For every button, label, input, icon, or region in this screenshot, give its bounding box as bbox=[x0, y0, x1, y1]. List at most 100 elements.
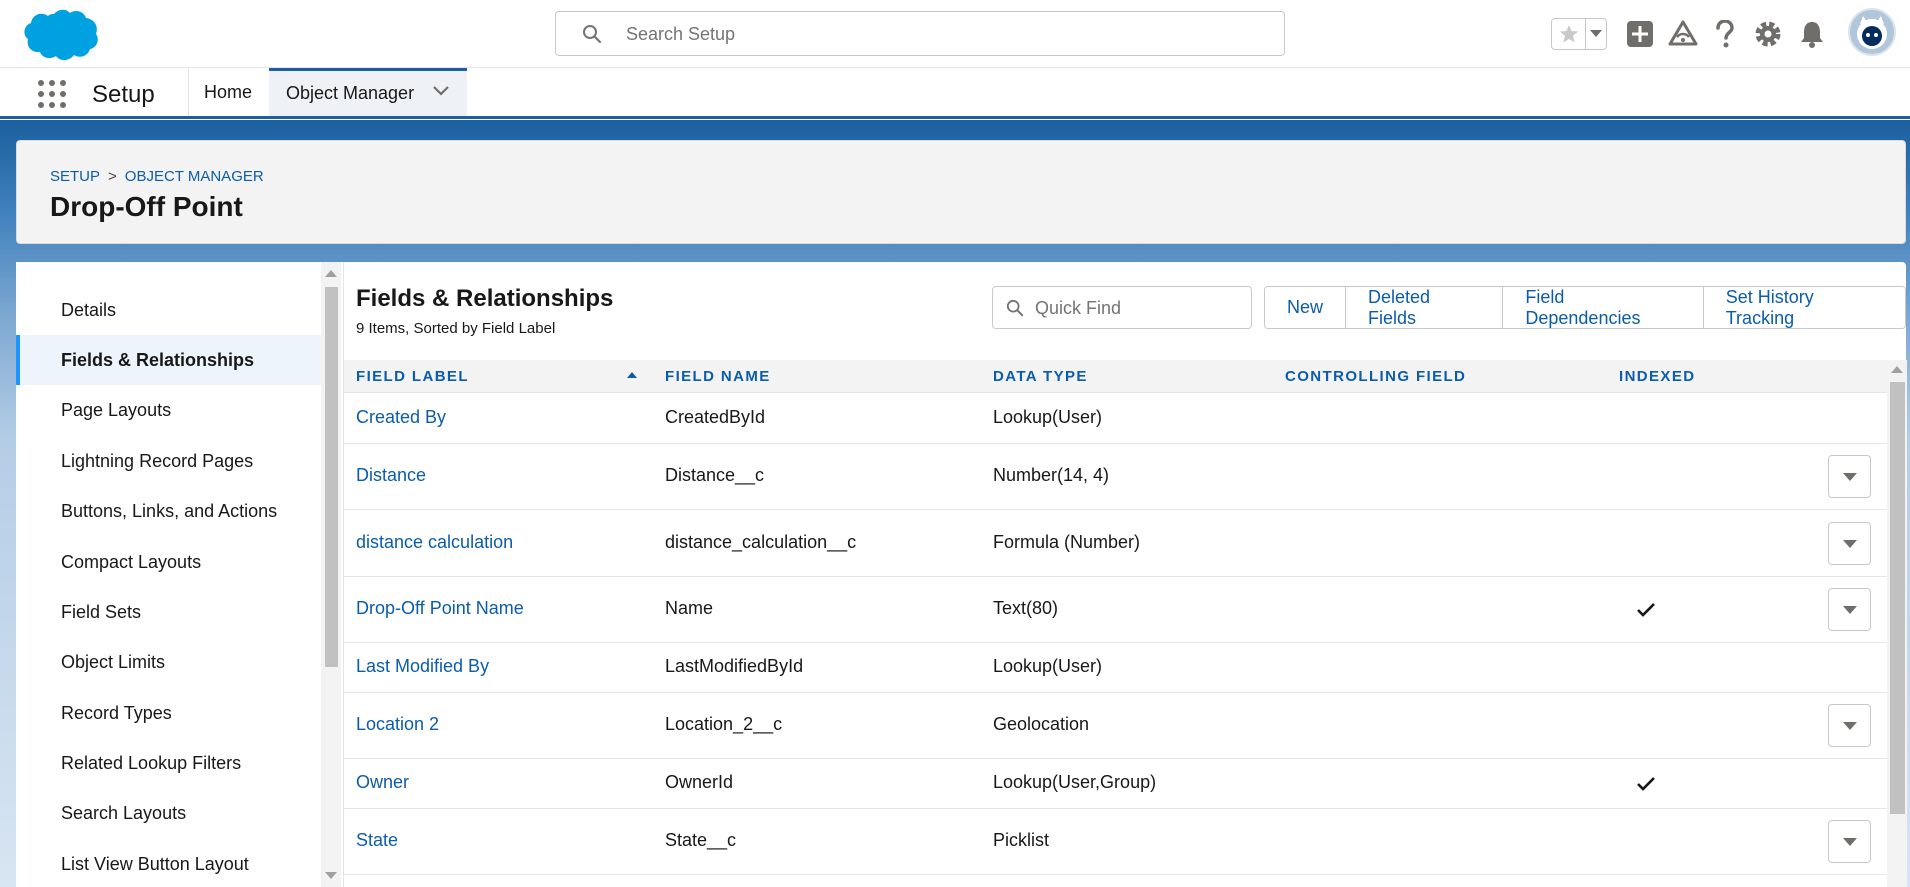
table-row: Location 2 Location_2__c Geolocation bbox=[344, 693, 1887, 759]
sidebar-item-details[interactable]: Details bbox=[16, 285, 321, 335]
table-row: Drop-Off Point Name Name Text(80) bbox=[344, 577, 1887, 643]
quick-find-input[interactable] bbox=[1035, 295, 1235, 321]
sidebar-item-lightning-record-pages[interactable]: Lightning Record Pages bbox=[16, 436, 321, 486]
field-name: State__c bbox=[665, 830, 737, 850]
breadcrumb-setup[interactable]: SETUP bbox=[50, 168, 100, 185]
sort-ascending-icon[interactable] bbox=[627, 372, 637, 378]
column-header-field-label[interactable]: FIELD LABEL bbox=[356, 368, 469, 385]
field-label-link[interactable]: Distance bbox=[356, 465, 426, 486]
object-sidebar: Details Fields & Relationships Page Layo… bbox=[16, 262, 321, 887]
scroll-down-arrow-icon[interactable] bbox=[325, 872, 337, 879]
favorites-group bbox=[1551, 18, 1607, 50]
quick-find[interactable] bbox=[992, 286, 1252, 329]
app-launcher-icon[interactable] bbox=[38, 80, 66, 108]
salesforce-logo[interactable] bbox=[22, 8, 100, 62]
field-name: LastModifiedById bbox=[665, 656, 804, 676]
new-button[interactable]: New bbox=[1265, 287, 1347, 328]
sidebar-item-buttons-links-actions[interactable]: Buttons, Links, and Actions bbox=[16, 486, 321, 536]
table-row: Owner OwnerId Lookup(User,Group) bbox=[344, 759, 1887, 809]
field-name: Distance__c bbox=[665, 465, 765, 485]
row-actions-button[interactable] bbox=[1828, 522, 1871, 565]
sidebar-item-search-layouts[interactable]: Search Layouts bbox=[16, 788, 321, 838]
search-input[interactable] bbox=[626, 20, 1266, 48]
section-subtitle: 9 Items, Sorted by Field Label bbox=[356, 320, 556, 337]
scroll-up-arrow-icon[interactable] bbox=[1891, 366, 1903, 373]
tab-object-manager-label: Object Manager bbox=[286, 83, 415, 103]
chevron-down-icon bbox=[1842, 837, 1857, 846]
row-actions-button[interactable] bbox=[1828, 455, 1871, 498]
chevron-down-icon[interactable] bbox=[433, 86, 449, 96]
app-name: Setup bbox=[92, 81, 155, 108]
tab-home[interactable]: Home bbox=[188, 68, 268, 116]
scrollbar-thumb[interactable] bbox=[1890, 382, 1905, 814]
tab-object-manager[interactable]: Object Manager bbox=[269, 68, 467, 116]
trailhead-guidance-icon[interactable] bbox=[1667, 18, 1699, 50]
indexed-check-icon bbox=[1637, 777, 1655, 791]
favorites-dropdown-icon[interactable] bbox=[1586, 19, 1606, 49]
setup-search[interactable] bbox=[555, 11, 1285, 56]
notifications-bell-icon[interactable] bbox=[1796, 18, 1828, 50]
sidebar-item-compact-layouts[interactable]: Compact Layouts bbox=[16, 537, 321, 587]
help-icon[interactable] bbox=[1709, 18, 1741, 50]
context-bar: Setup Home Object Manager bbox=[0, 68, 1910, 119]
scroll-up-arrow-icon[interactable] bbox=[325, 270, 337, 277]
breadcrumb-separator: > bbox=[108, 168, 117, 185]
sidebar-item-object-limits[interactable]: Object Limits bbox=[16, 637, 321, 687]
row-actions-button[interactable] bbox=[1828, 588, 1871, 631]
field-label-link[interactable]: State bbox=[356, 830, 398, 851]
global-header bbox=[0, 0, 1910, 68]
column-header-data-type[interactable]: DATA TYPE bbox=[993, 368, 1088, 385]
global-actions-add-icon[interactable] bbox=[1624, 18, 1656, 50]
data-type: Picklist bbox=[993, 830, 1050, 850]
deleted-fields-button[interactable]: Deleted Fields bbox=[1346, 287, 1504, 328]
action-button-group: New Deleted Fields Field Dependencies Se… bbox=[1264, 286, 1906, 329]
field-name: Location_2__c bbox=[665, 714, 783, 734]
section-title: Fields & Relationships bbox=[356, 285, 614, 312]
sidebar-item-list-view-button-layout[interactable]: List View Button Layout bbox=[16, 839, 321, 887]
fields-table: FIELD LABEL FIELD NAME DATA TYPE CONTROL… bbox=[344, 360, 1907, 887]
page-title: Drop-Off Point bbox=[50, 191, 243, 222]
data-type: Lookup(User,Group) bbox=[993, 772, 1157, 792]
field-name: CreatedById bbox=[665, 407, 766, 427]
breadcrumb-object-manager[interactable]: OBJECT MANAGER bbox=[125, 168, 264, 185]
field-label-link[interactable]: Created By bbox=[356, 407, 446, 428]
data-type: Geolocation bbox=[993, 714, 1090, 734]
field-name: OwnerId bbox=[665, 772, 734, 792]
data-type: Lookup(User) bbox=[993, 656, 1103, 676]
table-scrollbar[interactable] bbox=[1887, 360, 1907, 887]
favorites-star-icon[interactable] bbox=[1552, 19, 1586, 49]
search-icon bbox=[1006, 299, 1024, 317]
chevron-down-icon bbox=[1842, 472, 1857, 481]
sidebar-item-record-types[interactable]: Record Types bbox=[16, 688, 321, 738]
sidebar-item-field-sets[interactable]: Field Sets bbox=[16, 587, 321, 637]
sidebar-item-page-layouts[interactable]: Page Layouts bbox=[16, 385, 321, 435]
sidebar-scrollbar[interactable] bbox=[321, 262, 341, 887]
field-label-link[interactable]: distance calculation bbox=[356, 532, 513, 553]
table-header: FIELD LABEL FIELD NAME DATA TYPE CONTROL… bbox=[344, 360, 1887, 393]
scrollbar-thumb[interactable] bbox=[325, 287, 338, 667]
data-type: Text(80) bbox=[993, 598, 1059, 618]
column-header-indexed[interactable]: INDEXED bbox=[1619, 368, 1695, 385]
field-label-link[interactable]: Last Modified By bbox=[356, 656, 489, 677]
column-header-controlling-field[interactable]: CONTROLLING FIELD bbox=[1285, 368, 1466, 385]
field-name: distance_calculation__c bbox=[665, 532, 857, 552]
table-row: Last Modified By LastModifiedById Lookup… bbox=[344, 643, 1887, 693]
data-type: Number(14, 4) bbox=[993, 465, 1110, 485]
data-type: Lookup(User) bbox=[993, 407, 1103, 427]
row-actions-button[interactable] bbox=[1828, 820, 1871, 863]
row-actions-button[interactable] bbox=[1828, 704, 1871, 747]
set-history-tracking-button[interactable]: Set History Tracking bbox=[1703, 287, 1905, 328]
field-label-link[interactable]: Drop-Off Point Name bbox=[356, 598, 524, 619]
breadcrumb: SETUP > OBJECT MANAGER bbox=[50, 168, 264, 185]
field-name: Name bbox=[665, 598, 714, 618]
page-header: SETUP > OBJECT MANAGER Drop-Off Point bbox=[16, 140, 1906, 244]
indexed-check-icon bbox=[1637, 603, 1655, 617]
field-label-link[interactable]: Location 2 bbox=[356, 714, 439, 735]
column-header-field-name[interactable]: FIELD NAME bbox=[665, 368, 771, 385]
field-dependencies-button[interactable]: Field Dependencies bbox=[1503, 287, 1704, 328]
sidebar-item-fields-relationships[interactable]: Fields & Relationships bbox=[16, 335, 321, 385]
setup-gear-icon[interactable] bbox=[1752, 18, 1784, 50]
sidebar-item-related-lookup-filters[interactable]: Related Lookup Filters bbox=[16, 738, 321, 788]
field-label-link[interactable]: Owner bbox=[356, 772, 409, 793]
user-avatar[interactable] bbox=[1848, 8, 1896, 56]
